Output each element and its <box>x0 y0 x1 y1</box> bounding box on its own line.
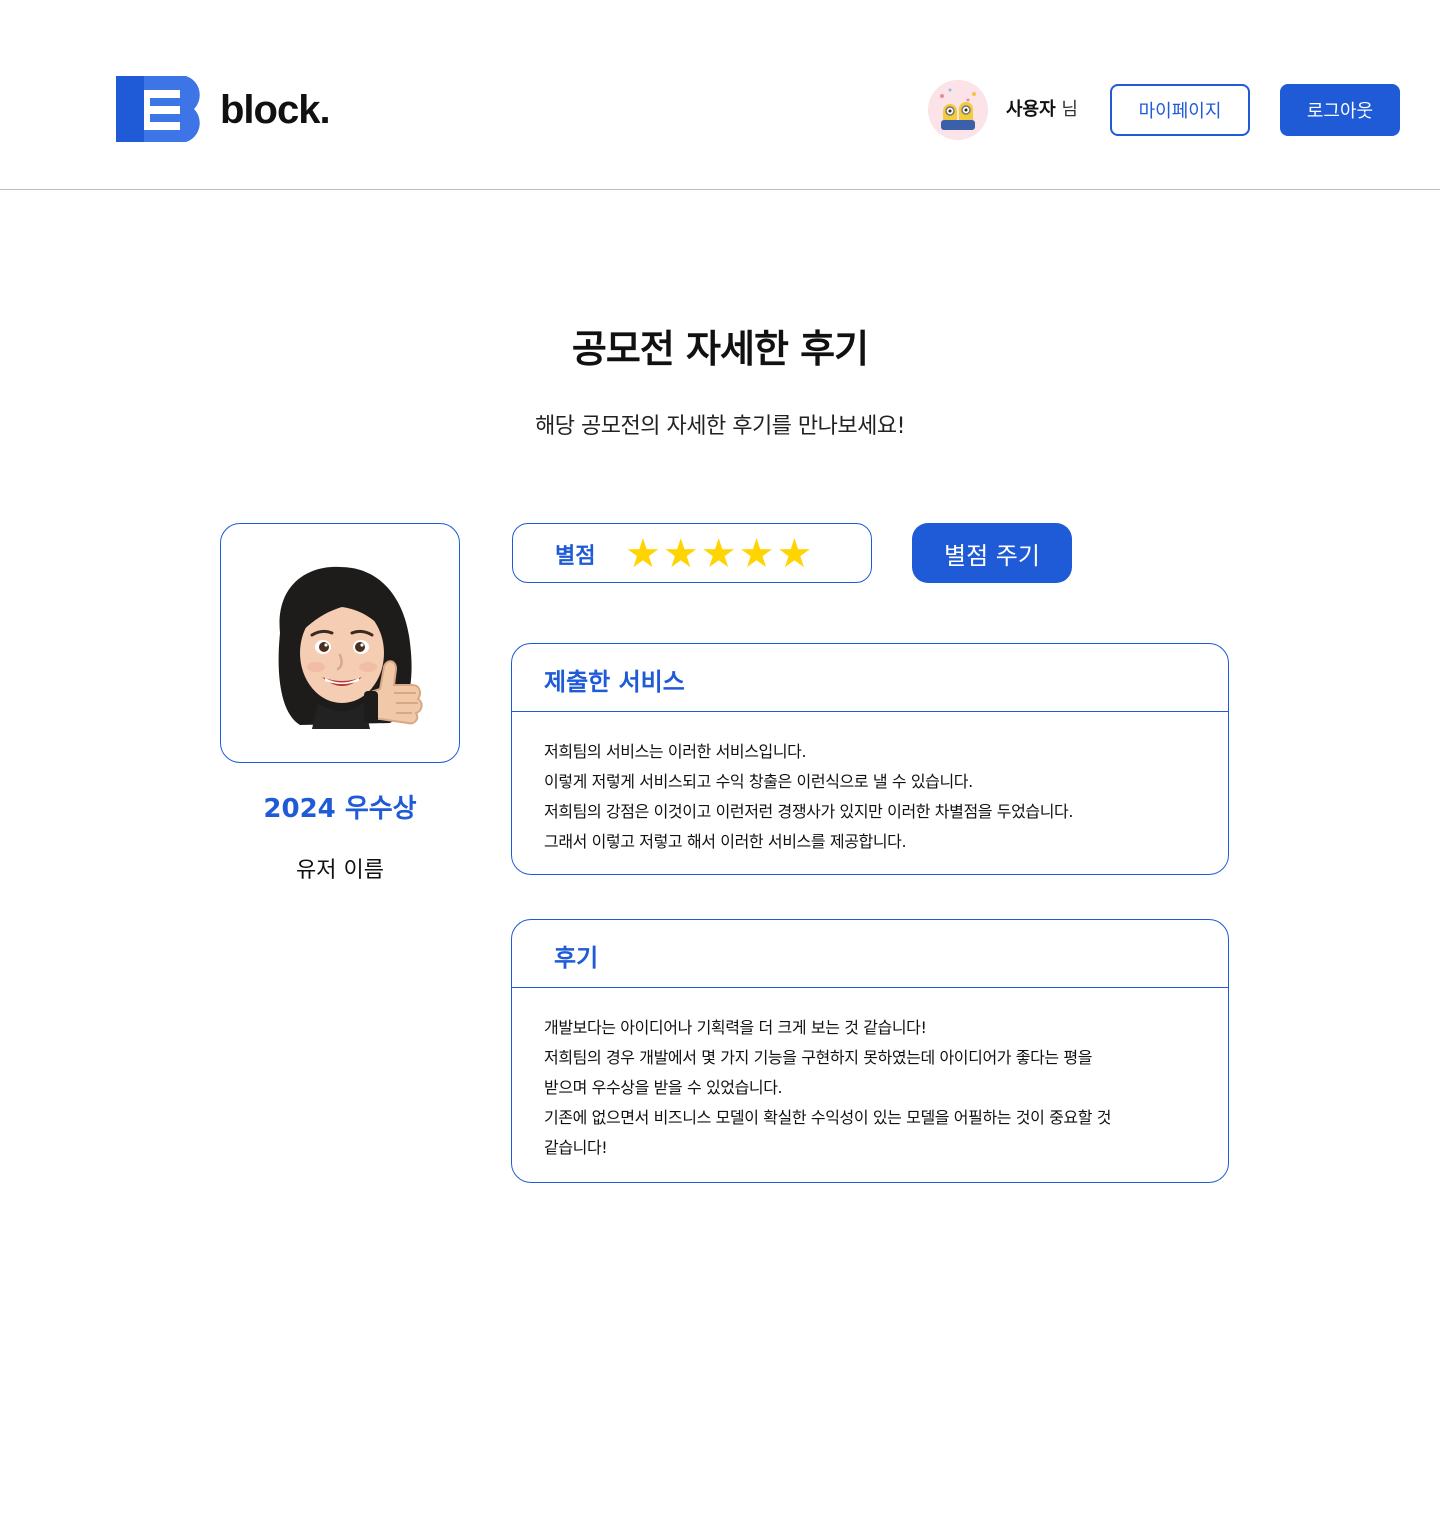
star-icon[interactable]: ★ <box>739 534 775 574</box>
panel-header: 후기 <box>512 920 1228 988</box>
service-body: 저희팀의 서비스는 이러한 서비스입니다. 이렇게 저렇게 서비스되고 수익 창… <box>512 712 1228 857</box>
panel-header: 제출한 서비스 <box>512 644 1228 712</box>
service-line: 그래서 이렇고 저렇고 해서 이러한 서비스를 제공합니다. <box>544 832 907 851</box>
user-name: 사용자 <box>1006 99 1056 120</box>
star-icon[interactable]: ★ <box>663 534 699 574</box>
page: block. 사용자 님 마이페이지 로그아웃 공모전 자세한 후기 해당 공모… <box>0 0 1440 1535</box>
review-line: 개발보다는 아이디어나 기획력을 더 크게 보는 것 같습니다! <box>544 1018 927 1037</box>
submitted-service-panel: 제출한 서비스 저희팀의 서비스는 이러한 서비스입니다. 이렇게 저렇게 서비… <box>511 643 1229 875</box>
profile-user-name: 유저 이름 <box>296 858 384 883</box>
rating-box: 별점 ★ ★ ★ ★ ★ <box>512 523 872 583</box>
service-line: 이렇게 저렇게 서비스되고 수익 창출은 이런식으로 낼 수 있습니다. <box>544 772 973 791</box>
review-heading: 후기 <box>554 944 599 972</box>
service-heading: 제출한 서비스 <box>544 668 685 696</box>
service-line: 저희팀의 서비스는 이러한 서비스입니다. <box>544 742 807 761</box>
logout-button[interactable]: 로그아웃 <box>1280 84 1400 136</box>
block-logo-icon <box>116 76 200 142</box>
give-rating-button[interactable]: 별점 주기 <box>912 523 1072 583</box>
avatar[interactable] <box>928 80 988 140</box>
service-line: 저희팀의 강점은 이것이고 이런저런 경쟁사가 있지만 이러한 차별점을 두었습… <box>544 802 1074 821</box>
user-suffix: 님 <box>1061 99 1078 120</box>
logo-text: block. <box>220 87 331 132</box>
award-label: 2024 우수상 <box>263 794 417 824</box>
star-icon[interactable]: ★ <box>625 534 661 574</box>
review-line: 기존에 없으면서 비즈니스 모델이 확실한 수익성이 있는 모델을 어필하는 것… <box>544 1108 1112 1127</box>
review-line: 같습니다! <box>544 1138 608 1157</box>
logo[interactable]: block. <box>116 76 331 144</box>
star-icon[interactable]: ★ <box>776 534 812 574</box>
page-subtitle: 해당 공모전의 자세한 후기를 만나보세요! <box>535 414 905 439</box>
user-greeting: 사용자 님 <box>1006 98 1078 122</box>
mypage-button[interactable]: 마이페이지 <box>1110 84 1250 136</box>
star-icon[interactable]: ★ <box>701 534 737 574</box>
minion-avatar-icon <box>928 80 988 140</box>
profile-card <box>220 523 460 763</box>
review-panel: 후기 개발보다는 아이디어나 기획력을 더 크게 보는 것 같습니다! 저희팀의… <box>511 919 1229 1183</box>
top-header: block. 사용자 님 마이페이지 로그아웃 <box>0 0 1440 190</box>
review-line: 받으며 우수상을 받을 수 있었습니다. <box>544 1078 783 1097</box>
memoji-thumbs-up-icon <box>278 566 423 729</box>
star-rating: ★ ★ ★ ★ ★ <box>625 534 814 574</box>
page-title: 공모전 자세한 후기 <box>571 327 869 371</box>
rating-label: 별점 <box>555 544 596 569</box>
review-body: 개발보다는 아이디어나 기획력을 더 크게 보는 것 같습니다! 저희팀의 경우… <box>512 988 1228 1163</box>
review-line: 저희팀의 경우 개발에서 몇 가지 기능을 구현하지 못하였는데 아이디어가 좋… <box>544 1048 1093 1067</box>
